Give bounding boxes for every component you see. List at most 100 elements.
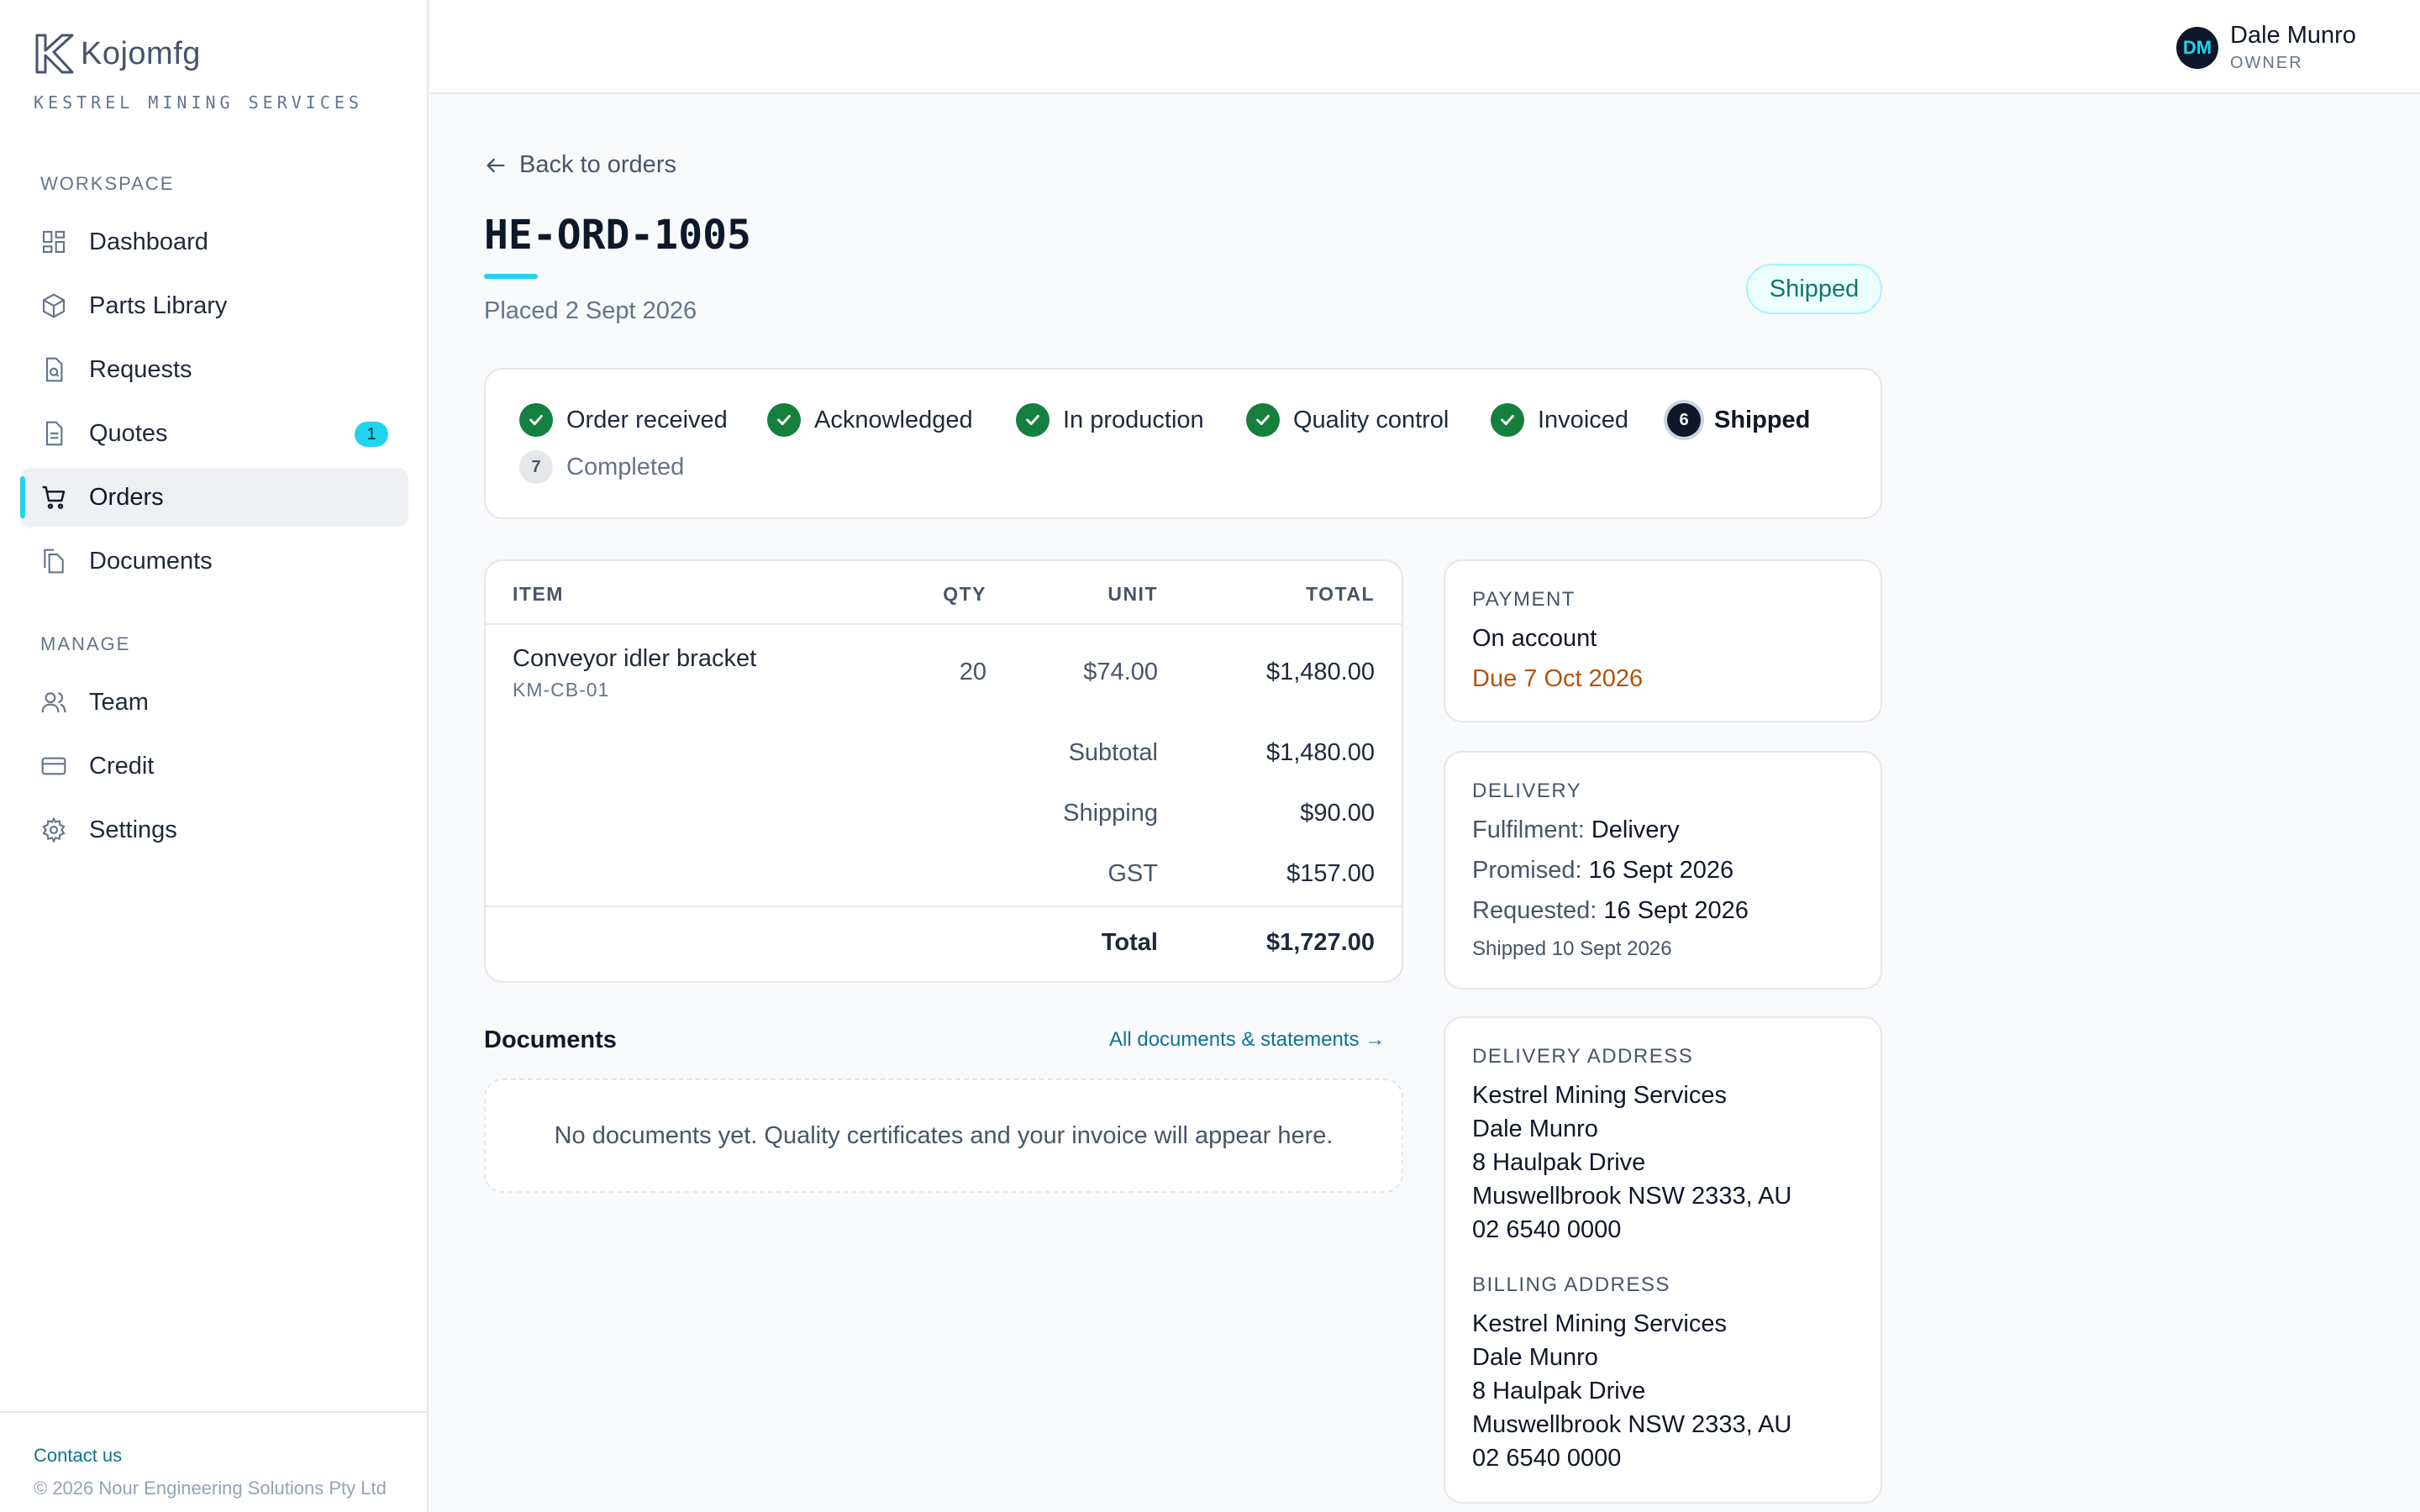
order-items-table: ITEM QTY UNIT TOTAL Conveyor idler brack… <box>484 559 1403 983</box>
shipping-label: Shipping <box>1063 800 1158 827</box>
avatar[interactable]: DM <box>2176 27 2218 69</box>
sidebar-item-label: Documents <box>89 547 213 575</box>
sidebar-item-documents[interactable]: Documents <box>20 532 408 591</box>
delivery-card: DELIVERY Fulfilment: Delivery Promised: … <box>1444 751 1882 990</box>
shipped-date: Shipped 10 Sept 2026 <box>1472 937 1672 960</box>
step-number: 7 <box>519 450 553 484</box>
sidebar-item-requests[interactable]: Requests <box>20 340 408 399</box>
documents-empty-state: No documents yet. Quality certificates a… <box>484 1079 1403 1193</box>
fulfilment-key: Fulfilment: <box>1472 816 1585 843</box>
address-card: DELIVERY ADDRESS Kestrel Mining Services… <box>1444 1016 1882 1504</box>
header-divider <box>486 623 1402 625</box>
order-progress-card: Order received Acknowledged In productio… <box>484 368 1882 519</box>
step-label: Shipped <box>1714 406 1811 433</box>
requested-row: Requested: 16 Sept 2026 <box>1472 897 1749 925</box>
delivery-address-line: 02 6540 0000 <box>1472 1216 1622 1243</box>
sidebar-item-label: Team <box>89 688 149 716</box>
all-documents-link[interactable]: All documents & statements → <box>1109 1028 1385 1052</box>
sidebar-item-team[interactable]: Team <box>20 673 408 732</box>
sidebar-item-dashboard[interactable]: Dashboard <box>20 213 408 271</box>
sidebar-item-label: Settings <box>89 816 177 843</box>
requested-key: Requested: <box>1472 897 1597 924</box>
sidebar-item-label: Credit <box>89 752 155 780</box>
check-icon <box>1491 403 1524 437</box>
step-order-received: Order received <box>519 403 728 437</box>
sidebar-item-credit[interactable]: Credit <box>20 737 408 795</box>
brand[interactable]: Kojomfg <box>34 32 201 76</box>
dashboard-icon <box>42 230 66 254</box>
sidebar-item-settings[interactable]: Settings <box>20 801 408 859</box>
cube-icon <box>42 293 66 318</box>
step-acknowledged: Acknowledged <box>767 403 973 437</box>
nav-section-manage: MANAGE <box>40 633 131 654</box>
sidebar-item-label: Dashboard <box>89 228 208 255</box>
check-icon <box>1016 403 1050 437</box>
step-label: Completed <box>566 453 685 480</box>
back-label: Back to orders <box>519 151 676 178</box>
item-name: Conveyor idler bracket <box>513 645 757 672</box>
sidebar-item-label: Requests <box>89 355 192 383</box>
page-title: HE-ORD-1005 <box>484 212 751 259</box>
step-in-production: In production <box>1016 403 1204 437</box>
delivery-address-line: Dale Munro <box>1472 1116 1598 1142</box>
sidebar-item-quotes[interactable]: Quotes 1 <box>20 404 408 463</box>
column-header-unit: UNIT <box>1107 583 1158 605</box>
title-accent-bar <box>484 274 538 279</box>
documents-heading: Documents <box>484 1026 617 1053</box>
gear-icon <box>42 816 66 843</box>
credit-card-icon <box>41 757 66 775</box>
check-icon <box>519 403 553 437</box>
sidebar-item-orders[interactable]: Orders <box>20 468 408 527</box>
check-icon <box>1246 403 1280 437</box>
subtotal-value: $1,480.00 <box>1265 739 1375 766</box>
payment-due-date: Due 7 Oct 2026 <box>1472 665 1644 692</box>
item-qty: 20 <box>959 659 986 685</box>
column-header-total: TOTAL <box>1305 583 1375 605</box>
gst-value: $157.00 <box>1286 860 1375 887</box>
kojomfg-logo-icon <box>35 34 74 74</box>
delivery-label: DELIVERY <box>1472 780 1582 802</box>
step-number: 6 <box>1667 403 1701 437</box>
requested-value: 16 Sept 2026 <box>1603 897 1749 924</box>
document-search-icon <box>45 357 63 382</box>
brand-name: Kojomfg <box>81 35 201 71</box>
billing-address-line: 8 Haulpak Drive <box>1472 1378 1646 1404</box>
billing-address-label: BILLING ADDRESS <box>1472 1273 1670 1296</box>
fulfilment-row: Fulfilment: Delivery <box>1472 816 1680 844</box>
step-completed: 7 Completed <box>519 450 684 484</box>
placed-date: Placed 2 Sept 2026 <box>484 297 697 324</box>
quotes-count-badge: 1 <box>355 422 388 447</box>
step-invoiced: Invoiced <box>1491 403 1628 437</box>
status-badge: Shipped <box>1746 264 1882 314</box>
sidebar-item-label: Parts Library <box>89 291 228 319</box>
shipping-value: $90.00 <box>1300 800 1375 827</box>
delivery-address-line: Muswellbrook NSW 2333, AU <box>1472 1183 1792 1210</box>
top-bar <box>430 0 2420 94</box>
contact-us-link[interactable]: Contact us <box>34 1445 122 1467</box>
user-role: OWNER <box>2230 54 2303 72</box>
payment-label: PAYMENT <box>1472 588 1576 611</box>
promised-value: 16 Sept 2026 <box>1588 857 1734 884</box>
users-icon <box>41 692 66 713</box>
arrow-left-icon <box>487 158 505 172</box>
billing-address-line: Dale Munro <box>1472 1344 1598 1371</box>
column-header-qty: QTY <box>943 583 986 605</box>
brand-subtitle: KESTREL MINING SERVICES <box>34 92 363 113</box>
delivery-address-label: DELIVERY ADDRESS <box>1472 1045 1694 1068</box>
documents-icon <box>44 549 64 574</box>
user-name[interactable]: Dale Munro <box>2230 22 2356 50</box>
step-label: Quality control <box>1293 406 1449 433</box>
total-value: $1,727.00 <box>1265 929 1375 956</box>
payment-card: PAYMENT On account Due 7 Oct 2026 <box>1444 559 1882 722</box>
back-to-orders-link[interactable]: Back to orders <box>484 151 676 179</box>
subtotal-label: Subtotal <box>1068 739 1158 766</box>
delivery-address-line: 8 Haulpak Drive <box>1472 1149 1646 1176</box>
promised-row: Promised: 16 Sept 2026 <box>1472 857 1733 885</box>
total-divider <box>486 906 1402 907</box>
fulfilment-value: Delivery <box>1591 816 1680 843</box>
nav-section-workspace: WORKSPACE <box>40 173 175 194</box>
sidebar-item-parts-library[interactable]: Parts Library <box>20 276 408 335</box>
sidebar-item-label: Quotes <box>89 419 168 447</box>
column-header-item: ITEM <box>513 583 564 605</box>
delivery-address-line: Kestrel Mining Services <box>1472 1082 1727 1109</box>
